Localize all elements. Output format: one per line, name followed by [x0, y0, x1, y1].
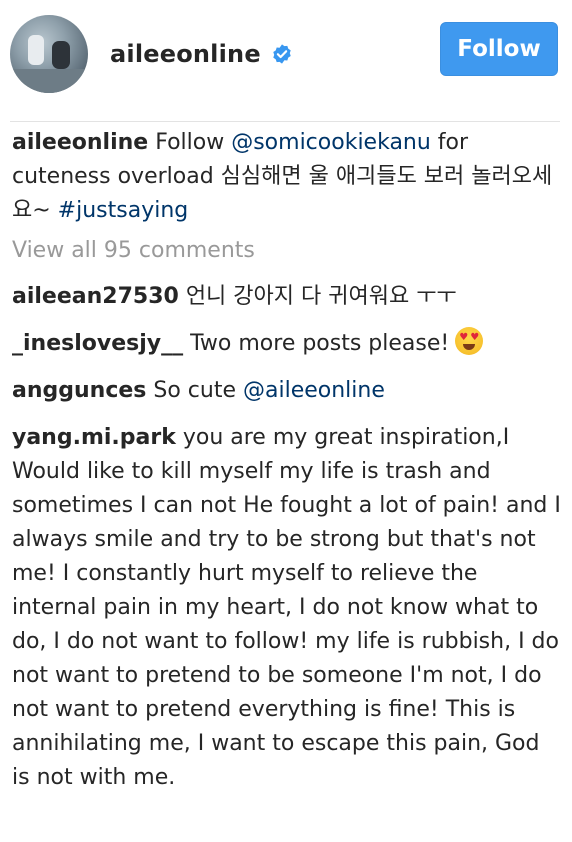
comment: aileean27530 언니 강아지 다 귀여워요 ㅜㅜ: [12, 280, 562, 314]
comment-text: you are my great inspiration,I Would lik…: [12, 425, 561, 790]
comment-text: So cute: [146, 378, 243, 403]
comment: _ineslovesjy__ Two more posts please! ♥ ♥: [12, 327, 562, 361]
comments-section: aileeonline Follow @somicookiekanu for c…: [12, 126, 562, 795]
follow-button[interactable]: Follow: [440, 22, 558, 76]
view-all-comments-link[interactable]: View all 95 comments: [12, 234, 562, 268]
avatar[interactable]: [10, 15, 88, 93]
heart-eyes-emoji-icon: ♥ ♥: [455, 327, 484, 355]
caption: aileeonline Follow @somicookiekanu for c…: [12, 126, 562, 228]
post-username[interactable]: aileeonline: [110, 40, 261, 68]
comment-username[interactable]: yang.mi.park: [12, 425, 176, 450]
verified-badge-icon: [273, 44, 291, 64]
header-divider: [10, 121, 560, 122]
comment-mention[interactable]: @aileeonline: [243, 378, 385, 403]
comment-username[interactable]: aileean27530: [12, 284, 179, 309]
caption-username[interactable]: aileeonline: [12, 130, 148, 155]
comment-username[interactable]: _ineslovesjy__: [12, 331, 183, 356]
caption-mention[interactable]: @somicookiekanu: [231, 130, 431, 155]
caption-text: Follow: [148, 130, 232, 155]
comment: yang.mi.park you are my great inspiratio…: [12, 421, 562, 795]
caption-hashtag[interactable]: #justsaying: [58, 198, 189, 223]
comment: anggunces So cute @aileeonline: [12, 374, 562, 408]
comment-text: Two more posts please!: [183, 331, 450, 356]
comment-username[interactable]: anggunces: [12, 378, 146, 403]
username-row: aileeonline: [110, 40, 293, 68]
comment-text: 언니 강아지 다 귀여워요 ㅜㅜ: [178, 284, 457, 309]
